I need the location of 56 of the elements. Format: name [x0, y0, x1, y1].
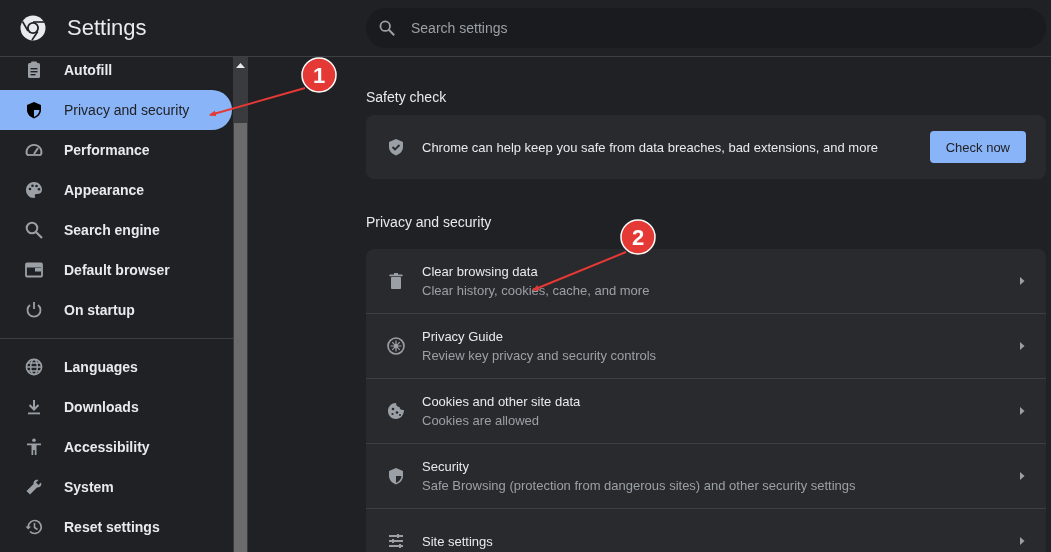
sidebar-item[interactable]: Privacy and security	[0, 90, 232, 130]
chevron-right-icon	[1018, 406, 1026, 416]
page-title: Settings	[67, 15, 147, 41]
settings-row[interactable]: Privacy Guide Review key privacy and security controls	[366, 313, 1046, 378]
browser-window-icon	[24, 260, 44, 280]
row-title: Privacy Guide	[422, 329, 504, 344]
sidebar-item[interactable]: Reset settings	[0, 507, 232, 547]
search-icon	[24, 220, 44, 240]
power-icon	[24, 300, 44, 320]
section-heading: Safety check	[366, 88, 448, 106]
settings-row[interactable]: Site settings	[366, 508, 1046, 552]
number-marker: 1	[301, 57, 337, 93]
sidebar-item[interactable]: Search engine	[0, 210, 232, 250]
row-title: Clear browsing data	[422, 264, 539, 279]
wrench-icon	[24, 477, 44, 497]
scrollbar-thumb[interactable]	[234, 123, 247, 552]
chevron-right-icon	[1018, 276, 1026, 286]
row-title: Security	[422, 459, 470, 474]
sidebar-item[interactable]: Languages	[0, 347, 232, 387]
shield-icon	[386, 466, 406, 486]
chevron-right-icon	[1018, 341, 1026, 351]
sidebar-item[interactable]: Appearance	[0, 170, 232, 210]
cookie-icon	[386, 401, 406, 421]
settings-row[interactable]: Security Safe Browsing (protection from dangerous sites) and other security settings	[366, 443, 1046, 508]
shield-check-icon	[386, 137, 406, 157]
chevron-right-icon	[1018, 471, 1026, 481]
palette-icon	[24, 180, 44, 200]
search-icon	[378, 19, 396, 37]
safety-check-text: Chrome can help keep you safe from data breaches, bad extensions, and more	[422, 139, 879, 155]
logo-icon	[20, 15, 46, 41]
sliders-icon	[386, 531, 406, 551]
history-icon	[24, 517, 44, 537]
sidebar-item[interactable]: System	[0, 467, 232, 507]
person-icon	[24, 437, 44, 457]
search-field[interactable]: Search settings	[366, 8, 1046, 48]
globe-icon	[24, 357, 44, 377]
row-subtitle: Review key privacy and security controls	[422, 348, 658, 363]
compass-icon	[386, 336, 406, 356]
row-subtitle: Clear history, cookies, cache, and more	[422, 283, 651, 298]
sidebar-item[interactable]: Default browser	[0, 250, 232, 290]
number-marker: 2	[620, 219, 656, 255]
row-subtitle: Cookies are allowed	[422, 413, 541, 428]
shield-icon	[24, 100, 44, 120]
sidebar-item[interactable]: Downloads	[0, 387, 232, 427]
sidebar-item[interactable]: On startup	[0, 290, 232, 330]
section-heading: Privacy and security	[366, 213, 493, 231]
row-title: Site settings	[422, 533, 494, 549]
sidebar-item[interactable]: Autofill	[0, 57, 232, 90]
row-subtitle: Safe Browsing (protection from dangerous sites) and other security settings	[422, 478, 857, 493]
scroll-up-icon[interactable]	[236, 63, 245, 68]
settings-row[interactable]: Cookies and other site data Cookies are allowed	[366, 378, 1046, 443]
chevron-right-icon	[1018, 536, 1026, 546]
sidebar-item[interactable]: Accessibility	[0, 427, 232, 467]
check-now-button[interactable]: Check now	[929, 131, 1026, 163]
sidebar-item[interactable]: Performance	[0, 130, 232, 170]
row-title: Cookies and other site data	[422, 394, 582, 409]
